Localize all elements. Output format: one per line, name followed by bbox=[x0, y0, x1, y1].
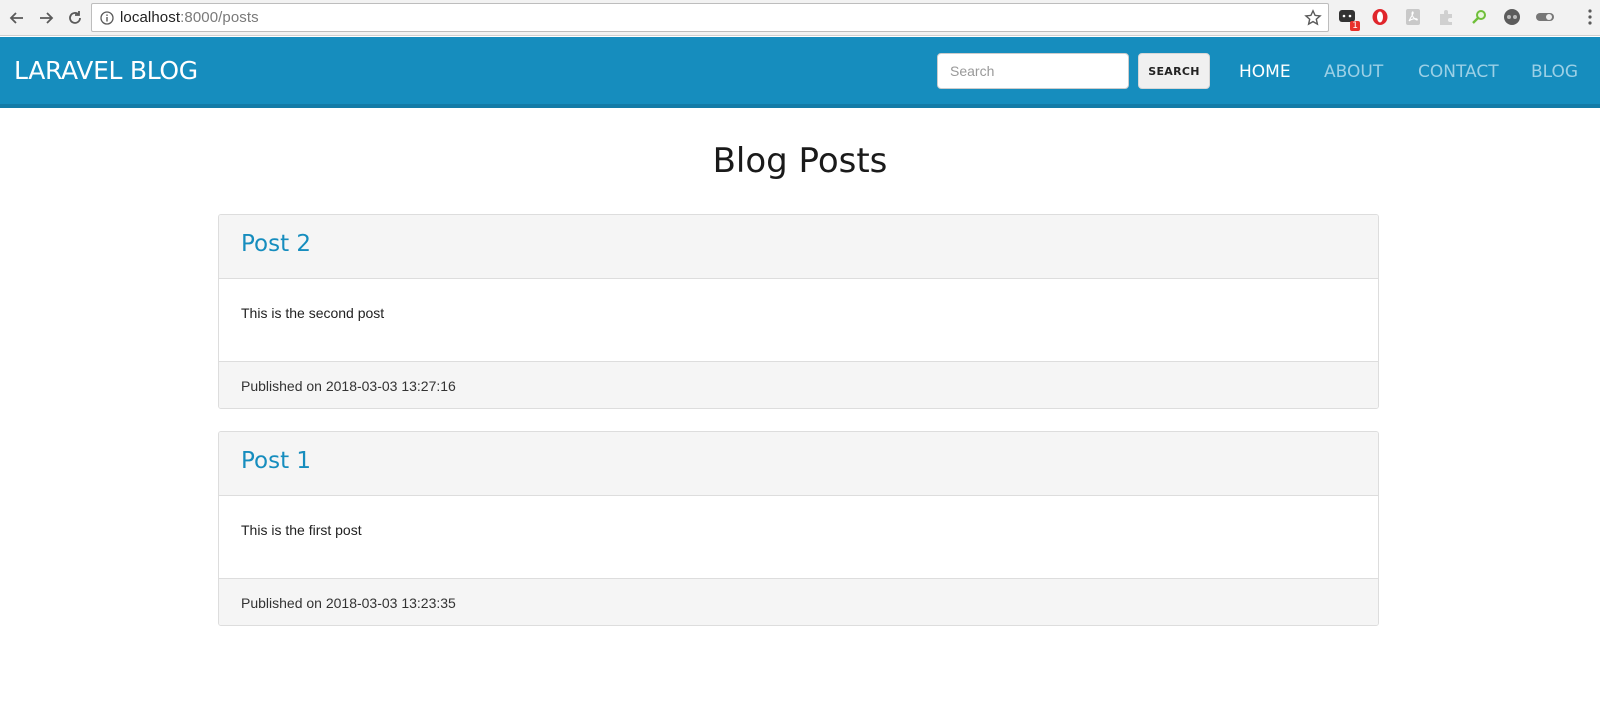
post-title-link[interactable]: Post 1 bbox=[241, 448, 311, 474]
extension-magnifier[interactable] bbox=[1468, 6, 1490, 28]
browser-menu-icon[interactable] bbox=[1588, 9, 1592, 25]
arrow-left-icon bbox=[9, 11, 23, 24]
url-path: :8000/posts bbox=[180, 9, 259, 26]
reload-button[interactable] bbox=[62, 5, 88, 31]
spy-icon bbox=[1504, 9, 1520, 25]
opera-icon bbox=[1372, 9, 1388, 25]
search-input[interactable] bbox=[937, 53, 1129, 89]
nav-link-home[interactable]: HOME bbox=[1239, 62, 1291, 82]
extensions-area: 1 bbox=[1336, 6, 1567, 31]
forward-button[interactable] bbox=[33, 5, 59, 31]
post-title-link[interactable]: Post 2 bbox=[241, 231, 311, 257]
url-host: localhost bbox=[120, 9, 181, 26]
pdf-icon bbox=[1406, 9, 1420, 25]
page-title: Blog Posts bbox=[712, 141, 888, 181]
extension-opera[interactable] bbox=[1369, 6, 1391, 28]
extension-badge: 1 bbox=[1350, 21, 1360, 31]
nav-link-about[interactable]: ABOUT bbox=[1324, 62, 1383, 82]
extension-chat[interactable]: 1 bbox=[1336, 6, 1360, 31]
reload-icon bbox=[69, 10, 81, 24]
arrow-right-icon bbox=[40, 11, 54, 24]
brand-logo[interactable]: LARAVEL BLOG bbox=[14, 56, 198, 85]
search-button[interactable]: SEARCH bbox=[1138, 53, 1210, 89]
site-navbar: LARAVEL BLOG SEARCH HOME ABOUT CONTACT B… bbox=[0, 37, 1600, 108]
post-card: Post 1 This is the first post Published … bbox=[218, 431, 1379, 626]
nav-link-blog[interactable]: BLOG bbox=[1531, 62, 1578, 82]
extension-spy[interactable] bbox=[1501, 6, 1523, 28]
info-icon[interactable] bbox=[100, 10, 114, 25]
extension-pdf[interactable] bbox=[1402, 6, 1424, 28]
address-bar[interactable]: localhost:8000/posts bbox=[91, 3, 1329, 32]
bookmark-star-icon[interactable] bbox=[1304, 9, 1322, 27]
extension-puzzle[interactable] bbox=[1435, 6, 1457, 28]
post-card: Post 2 This is the second post Published… bbox=[218, 214, 1379, 409]
nav-link-contact[interactable]: CONTACT bbox=[1418, 62, 1499, 82]
post-published-date: Published on 2018-03-03 13:27:16 bbox=[219, 361, 1378, 408]
post-body: This is the first post bbox=[241, 522, 362, 538]
toggle-icon bbox=[1536, 13, 1554, 21]
url-text: localhost:8000/posts bbox=[120, 9, 259, 26]
post-published-date: Published on 2018-03-03 13:23:35 bbox=[219, 578, 1378, 625]
extension-toggle[interactable] bbox=[1534, 6, 1556, 28]
post-list: Post 2 This is the second post Published… bbox=[218, 214, 1379, 648]
back-button[interactable] bbox=[4, 5, 30, 31]
post-heading: Post 1 bbox=[219, 432, 1378, 496]
post-heading: Post 2 bbox=[219, 215, 1378, 279]
browser-toolbar: localhost:8000/posts 1 bbox=[0, 0, 1600, 36]
post-body: This is the second post bbox=[241, 305, 385, 321]
magnifier-icon bbox=[1472, 10, 1486, 24]
puzzle-icon bbox=[1440, 10, 1452, 25]
